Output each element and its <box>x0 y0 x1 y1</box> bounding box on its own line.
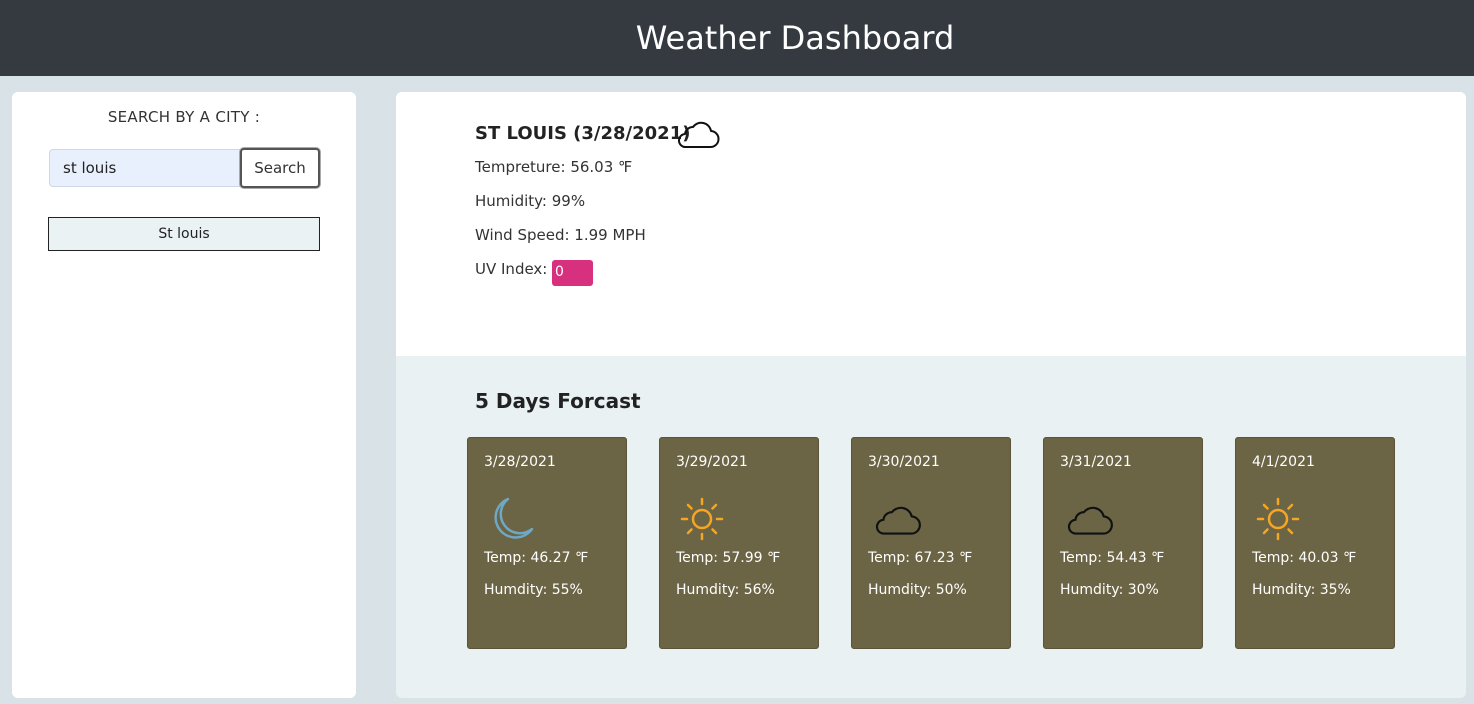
search-input[interactable] <box>49 149 241 187</box>
current-temperature: Tempreture: 56.03 ℉ <box>475 158 633 176</box>
forecast-humidity: Humdity: 30% <box>1060 582 1159 598</box>
forecast-card: 4/1/2021 Temp: 40.03 ℉ Humdity: 35% <box>1235 437 1395 649</box>
forecast-date: 4/1/2021 <box>1252 454 1315 470</box>
current-humidity: Humidity: 99% <box>475 192 586 210</box>
page-title: Weather Dashboard <box>635 19 955 57</box>
moon-icon <box>494 497 534 539</box>
current-wind-speed: Wind Speed: 1.99 MPH <box>475 226 646 244</box>
forecast-card: 3/29/2021 Temp: 57.99 ℉ Humdity: 56% <box>659 437 819 649</box>
search-button[interactable]: Search <box>240 148 320 188</box>
header: Weather Dashboard <box>0 0 1474 76</box>
sidebar: SEARCH BY A CITY : Search St louis <box>12 92 356 698</box>
uv-index-badge: 0 <box>552 260 593 286</box>
main-panel: ST LOUIS (3/28/2021) Tempreture: 56.03 ℉… <box>396 92 1466 698</box>
forecast-temp: Temp: 57.99 ℉ <box>676 550 781 566</box>
cloud-icon <box>678 121 720 148</box>
sun-icon <box>1256 497 1300 541</box>
forecast-card: 3/31/2021 Temp: 54.43 ℉ Humdity: 30% <box>1043 437 1203 649</box>
forecast-temp: Temp: 54.43 ℉ <box>1060 550 1165 566</box>
forecast-card: 3/30/2021 Temp: 67.23 ℉ Humdity: 50% <box>851 437 1011 649</box>
forecast-date: 3/28/2021 <box>484 454 556 470</box>
search-label: SEARCH BY A CITY : <box>107 108 261 126</box>
forecast-card: 3/28/2021 Temp: 46.27 ℉ Humdity: 55% <box>467 437 627 649</box>
forecast-humidity: Humdity: 55% <box>484 582 583 598</box>
forecast-date: 3/31/2021 <box>1060 454 1132 470</box>
cloud-icon <box>1067 506 1113 535</box>
cloud-icon <box>875 506 921 535</box>
forecast-humidity: Humdity: 56% <box>676 582 775 598</box>
forecast-temp: Temp: 40.03 ℉ <box>1252 550 1357 566</box>
uv-index-label: UV Index: <box>475 260 548 278</box>
forecast-temp: Temp: 46.27 ℉ <box>484 550 589 566</box>
forecast-date: 3/30/2021 <box>868 454 940 470</box>
forecast-humidity: Humdity: 35% <box>1252 582 1351 598</box>
history-city-button[interactable]: St louis <box>48 217 320 251</box>
forecast-date: 3/29/2021 <box>676 454 748 470</box>
sun-icon <box>680 497 724 541</box>
current-weather: ST LOUIS (3/28/2021) Tempreture: 56.03 ℉… <box>396 92 1466 356</box>
forecast-title: 5 Days Forcast <box>475 389 641 413</box>
forecast-temp: Temp: 67.23 ℉ <box>868 550 973 566</box>
forecast-humidity: Humdity: 50% <box>868 582 967 598</box>
city-title: ST LOUIS (3/28/2021) <box>475 123 691 144</box>
